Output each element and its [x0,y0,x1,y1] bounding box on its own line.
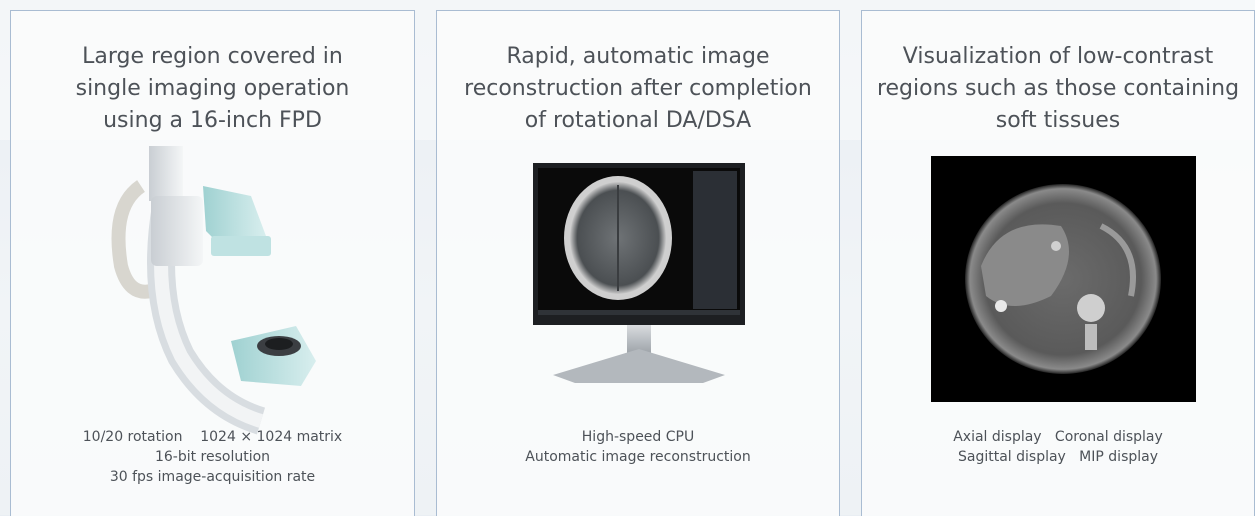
card-caption: 10/20 rotation 1024 × 1024 matrix 16-bit… [11,427,414,487]
monitor-brain-ct-image [533,163,745,383]
caption-line: Automatic image reconstruction [525,449,751,465]
caption-line: 10/20 rotation 1024 × 1024 matrix [82,429,343,445]
caption-line: 30 fps image-acquisition rate [109,469,316,485]
caption-line: Axial display Coronal display [953,429,1163,445]
feature-card-reconstruction: Rapid, automatic image reconstruction af… [436,10,840,516]
card-caption: High-speed CPU Automatic image reconstru… [437,427,839,467]
feature-card-fpd: Large region covered in single imaging o… [10,10,415,516]
caption-line: High-speed CPU [581,429,695,445]
card-title: Rapid, automatic image reconstruction af… [464,44,812,133]
c-arm-fpd-system-image [111,146,316,435]
card-caption: Axial display Coronal display Sagittal d… [862,427,1254,467]
caption-line: Sagittal display MIP display [957,449,1158,465]
caption-line: 16-bit resolution [154,449,271,465]
feature-card-low-contrast: Visualization of low-contrast regions su… [861,10,1255,516]
abdominal-ct-scan-image [931,156,1196,402]
card-title: Large region covered in single imaging o… [75,44,350,133]
card-title: Visualization of low-contrast regions su… [876,44,1240,133]
